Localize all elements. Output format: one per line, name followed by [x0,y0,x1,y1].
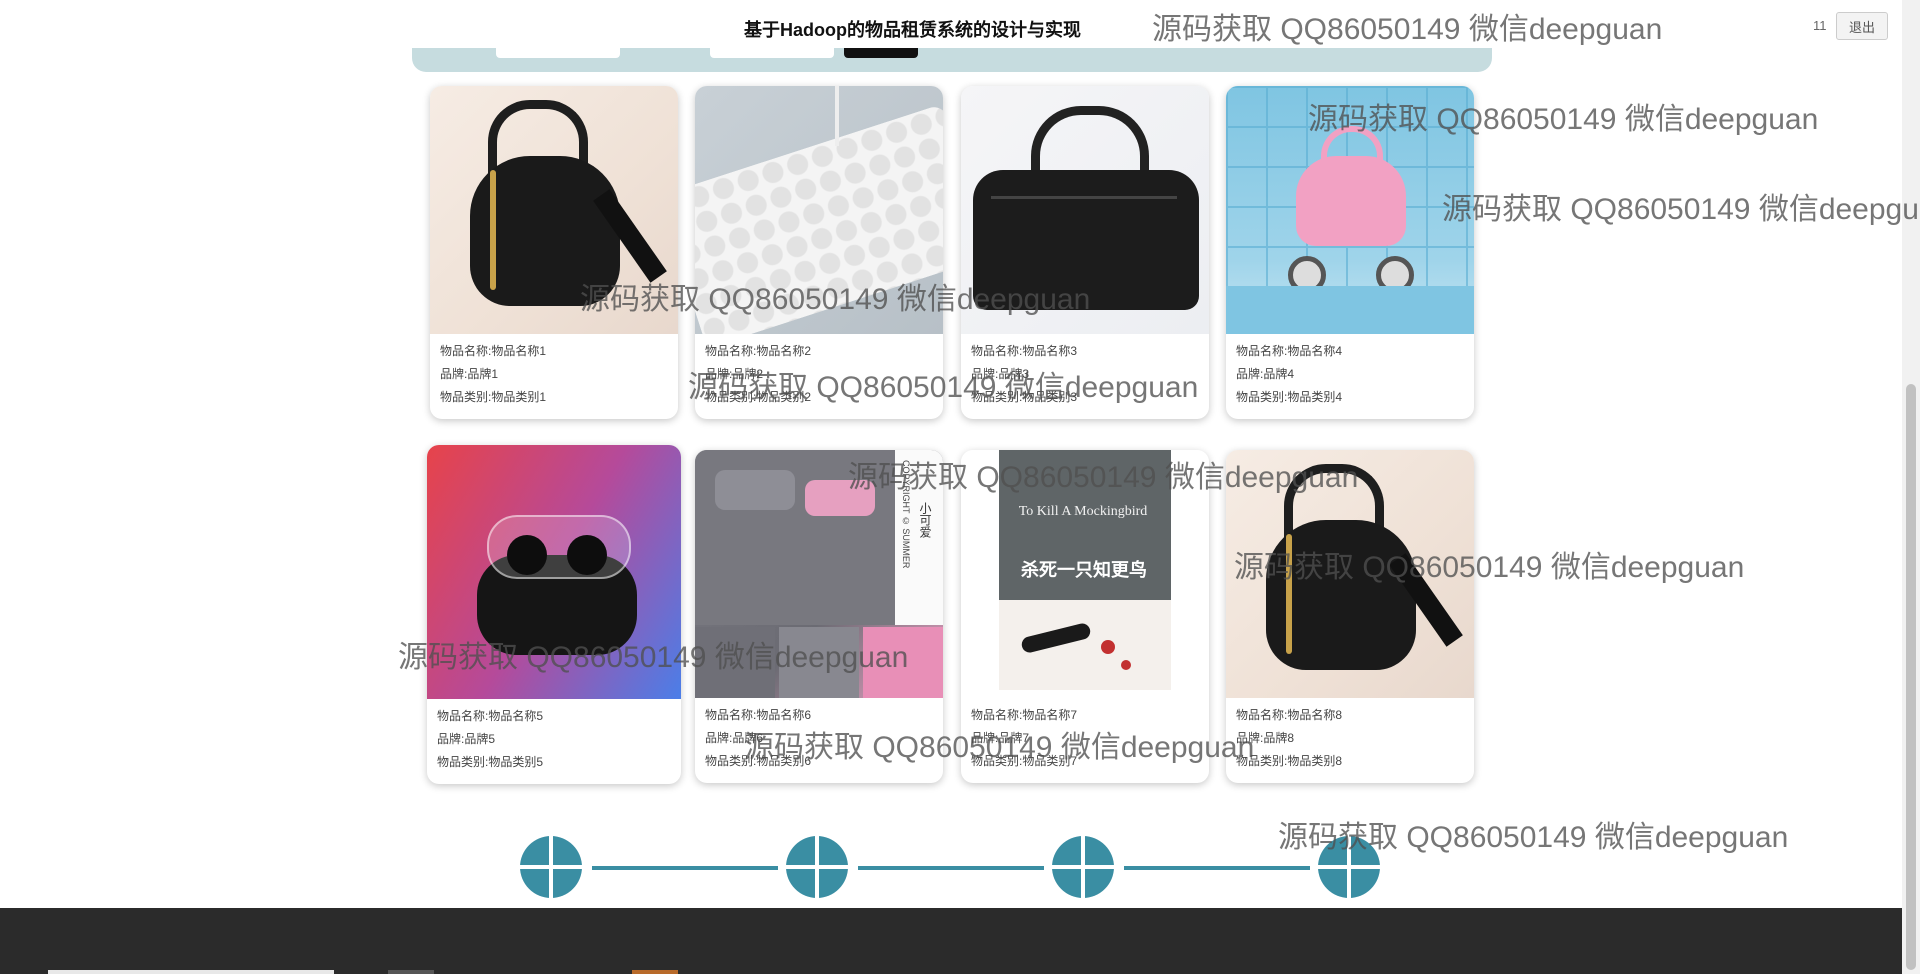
item-image-book: To Kill A Mockingbird 杀死一只知更鸟 [961,450,1209,698]
item-name: 物品名称:物品名称6 [705,708,812,722]
search-button[interactable] [844,48,918,58]
vertical-scrollbar[interactable] [1902,0,1920,974]
item-name: 物品名称:物品名称4 [1236,344,1343,358]
book-title-cn: 杀死一只知更鸟 [1021,560,1147,580]
item-brand: 品牌:品牌6 [705,731,764,745]
page-button-2[interactable] [786,836,848,898]
footer-tab[interactable] [632,970,678,974]
page-button-4[interactable] [1318,836,1380,898]
item-image-backpack [1226,450,1474,698]
pager-connector [858,866,1044,870]
item-name: 物品名称:物品名称3 [971,344,1078,358]
pager-connector [1124,866,1310,870]
watermark-text: 源码获取 QQ86050149 微信deepguan [1442,193,1920,226]
item-category: 物品类别:物品类别6 [705,754,812,768]
item-card[interactable]: 物品名称:物品名称3 品牌:品牌3 物品类别:物品类别3 [961,86,1209,419]
bedding-caption: 小可爱 [918,502,932,538]
item-card[interactable]: 物品名称:物品名称4 品牌:品牌4 物品类别:物品类别4 [1226,86,1474,419]
search-input-category[interactable] [710,48,834,58]
search-input-name[interactable] [496,48,620,58]
item-name: 物品名称:物品名称5 [437,709,544,723]
page-button-1[interactable] [520,836,582,898]
item-image-handbag [961,86,1209,334]
page-button-3[interactable] [1052,836,1114,898]
search-bar [412,48,1492,72]
footer-tab[interactable] [48,970,334,974]
item-category: 物品类别:物品类别4 [1236,390,1343,404]
item-brand: 品牌:品牌2 [705,367,764,381]
item-card[interactable]: 物品名称:物品名称5 品牌:品牌5 物品类别:物品类别5 [427,445,681,784]
footer [0,908,1902,974]
top-header: 基于Hadoop的物品租赁系统的设计与实现 11 退出 [0,0,1902,54]
item-category: 物品类别:物品类别3 [971,390,1078,404]
item-image-earbuds [427,445,681,699]
book-title-en: To Kill A Mockingbird [1018,504,1148,519]
item-category: 物品类别:物品类别5 [437,755,544,769]
item-name: 物品名称:物品名称7 [971,708,1078,722]
item-card[interactable]: 物品名称:物品名称8 品牌:品牌8 物品类别:物品类别8 [1226,450,1474,783]
item-name: 物品名称:物品名称8 [1236,708,1343,722]
footer-tab[interactable] [388,970,434,974]
item-card[interactable]: 小可爱 COPYRIGHT © SUMMER 物品名称:物品名称6 品牌:品牌6… [695,450,943,783]
item-card[interactable]: 物品名称:物品名称1 品牌:品牌1 物品类别:物品类别1 [430,86,678,419]
item-image-backpack [430,86,678,334]
item-category: 物品类别:物品类别7 [971,754,1078,768]
item-category: 物品类别:物品类别8 [1236,754,1343,768]
item-image-keyboard [695,86,943,334]
item-card[interactable]: 物品名称:物品名称2 品牌:品牌2 物品类别:物品类别2 [695,86,943,419]
scrollbar-thumb[interactable] [1906,384,1916,970]
item-category: 物品类别:物品类别1 [440,390,547,404]
item-brand: 品牌:品牌3 [971,367,1030,381]
item-brand: 品牌:品牌8 [1236,731,1295,745]
item-name: 物品名称:物品名称2 [705,344,812,358]
logout-button[interactable]: 退出 [1836,12,1888,40]
item-name: 物品名称:物品名称1 [440,344,547,358]
item-image-stroller [1226,86,1474,334]
pager-connector [592,866,778,870]
item-card[interactable]: To Kill A Mockingbird 杀死一只知更鸟 物品名称:物品名称7… [961,450,1209,783]
item-brand: 品牌:品牌4 [1236,367,1295,381]
item-brand: 品牌:品牌5 [437,732,496,746]
item-brand: 品牌:品牌1 [440,367,499,381]
bedding-copyright: COPYRIGHT © SUMMER [901,460,911,569]
item-brand: 品牌:品牌7 [971,731,1030,745]
site-title: 基于Hadoop的物品租赁系统的设计与实现 [744,20,1081,40]
item-image-bedding: 小可爱 COPYRIGHT © SUMMER [695,450,943,698]
user-count: 11 [1813,18,1827,33]
item-category: 物品类别:物品类别2 [705,390,812,404]
